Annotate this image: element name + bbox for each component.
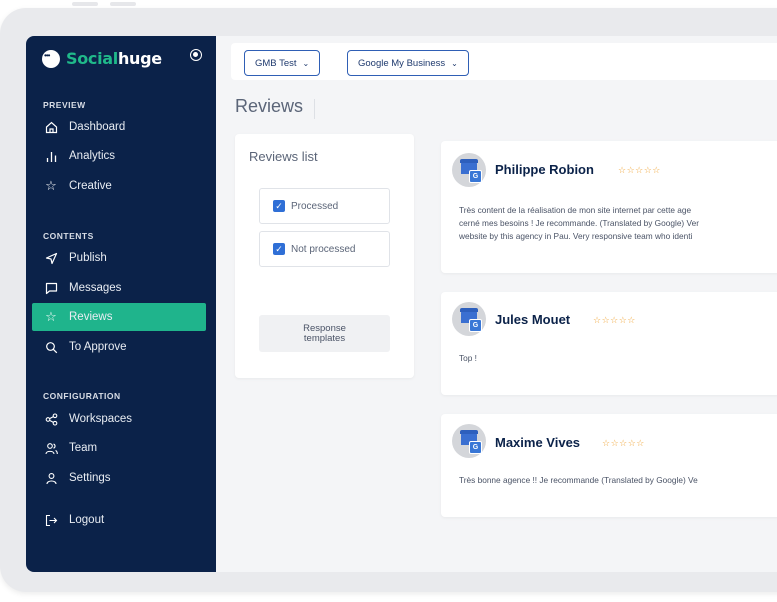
brand-name: Socialhuge [66,49,162,68]
review-text-line: website by this agency in Pau. Very resp… [459,231,693,241]
platform-select-value: Google My Business [358,57,446,69]
rating-stars: ☆☆☆☆☆ [618,165,661,175]
message-icon [44,281,58,295]
reviews-list-title: Reviews list [249,149,318,164]
review-card[interactable]: G Maxime Vives ☆☆☆☆☆ Très bonne agence !… [441,414,777,517]
sidebar-item-workspaces[interactable]: Workspaces [32,405,206,433]
home-icon [44,120,58,134]
workspace-select[interactable]: GMB Test ⌄ [244,50,321,76]
sidebar-item-dashboard[interactable]: Dashboard [32,113,206,141]
filter-processed[interactable]: ✓ Processed [259,188,390,224]
search-icon [44,340,58,354]
title-divider [314,99,315,119]
sidebar-item-to-approve[interactable]: To Approve [32,333,206,361]
reviewer-name: Maxime Vives [495,435,581,450]
google-business-avatar-icon: G [452,302,486,336]
sidebar-item-label: Dashboard [69,121,126,133]
star-icon: ☆ [45,178,57,193]
logout-icon [44,513,58,527]
checkbox-checked-icon[interactable]: ✓ [273,243,285,255]
section-title-preview: PREVIEW [43,100,86,110]
sidebar: Socialhuge PREVIEW Dashboard Analytics ☆… [26,36,216,572]
checkbox-checked-icon[interactable]: ✓ [273,200,285,212]
star-icon: ☆ [45,309,57,324]
sidebar-item-team[interactable]: Team [32,434,206,462]
sidebar-item-label: Logout [69,514,105,526]
section-title-configuration: CONFIGURATION [43,391,121,401]
bar-chart-icon [44,149,58,163]
sidebar-item-reviews[interactable]: ☆ Reviews [32,303,206,331]
google-business-avatar-icon: G [452,424,486,458]
reviewer-name: Jules Mouet [495,312,571,327]
review-text-line: cerné mes besoins ! Je recommande. (Tran… [459,218,699,228]
page-title: Reviews [235,96,304,116]
chat-bubble-icon [42,49,60,68]
review-text-line: Très content de la réalisation de mon si… [459,205,692,215]
reviews-list-panel: Reviews list ✓ Processed ✓ Not processed… [235,134,414,378]
sidebar-item-messages[interactable]: Messages [32,274,206,302]
send-icon [44,251,58,265]
top-toolbar: GMB Test ⌄ Google My Business ⌄ [231,43,777,80]
sidebar-item-creative[interactable]: ☆ Creative [32,172,206,200]
sidebar-item-settings[interactable]: Settings [32,464,206,492]
reviewer-name: Philippe Robion [495,162,594,177]
main-content: GMB Test ⌄ Google My Business ⌄ Reviews … [216,36,777,572]
review-text-line: Top ! [459,353,477,363]
filter-not-processed[interactable]: ✓ Not processed [259,231,390,267]
filter-label: Not processed [291,243,356,255]
brand-logo[interactable]: Socialhuge [42,49,162,68]
response-templates-label: Response templates [303,322,346,344]
workspace-select-value: GMB Test [255,57,297,69]
review-text-line: Très bonne agence !! Je recommande (Tran… [459,475,698,485]
sidebar-item-label: Workspaces [69,413,133,425]
review-card[interactable]: G Philippe Robion ☆☆☆☆☆ Très content de … [441,141,777,273]
review-card[interactable]: G Jules Mouet ☆☆☆☆☆ Top ! [441,292,777,395]
share-icon [44,412,58,426]
sidebar-item-publish[interactable]: Publish [32,244,206,272]
rating-stars: ☆☆☆☆☆ [593,315,636,325]
chevron-down-icon: ⌄ [302,58,310,68]
sidebar-item-label: Publish [69,252,107,264]
sidebar-item-label: Creative [69,180,112,192]
collapse-sidebar-icon[interactable] [190,49,202,61]
google-business-avatar-icon: G [452,153,486,187]
chevron-down-icon: ⌄ [451,58,458,68]
sidebar-item-label: Settings [69,472,111,484]
sidebar-item-label: Analytics [69,150,116,162]
user-icon [44,471,58,485]
filter-label: Processed [291,200,339,212]
sidebar-item-logout[interactable]: Logout [32,506,206,534]
rating-stars: ☆☆☆☆☆ [602,438,645,448]
top-decoration [72,0,142,8]
sidebar-item-label: Team [69,442,98,454]
app-window: Socialhuge PREVIEW Dashboard Analytics ☆… [26,36,777,572]
sidebar-item-label: Messages [69,282,122,294]
sidebar-item-label: Reviews [69,311,113,323]
sidebar-item-label: To Approve [69,341,127,353]
response-templates-button[interactable]: Response templates [259,315,390,352]
platform-select[interactable]: Google My Business ⌄ [347,50,469,76]
device-frame: Socialhuge PREVIEW Dashboard Analytics ☆… [0,8,777,592]
team-icon [44,441,58,455]
sidebar-item-analytics[interactable]: Analytics [32,142,206,170]
section-title-contents: CONTENTS [43,231,94,241]
